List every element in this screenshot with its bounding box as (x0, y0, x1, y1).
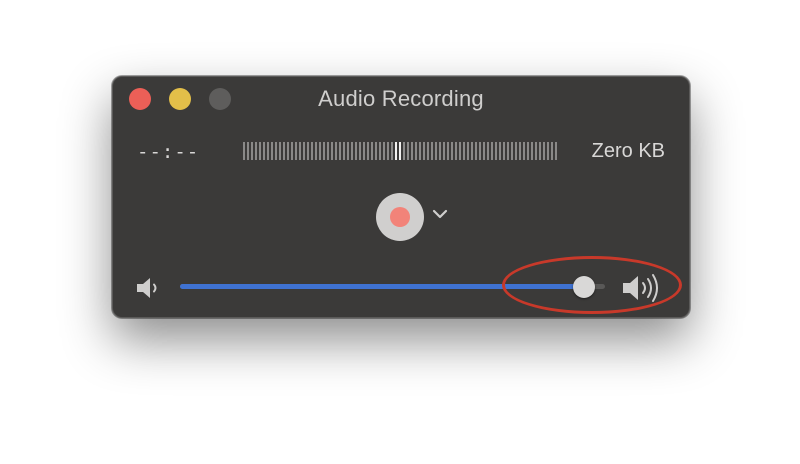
recording-time: --:-- (137, 141, 200, 163)
audio-level-meter-icon (243, 142, 557, 160)
record-button[interactable] (376, 193, 424, 241)
chevron-down-icon[interactable] (431, 207, 449, 221)
speaker-low-icon (137, 278, 157, 298)
window-title: Audio Recording (318, 86, 484, 111)
file-size: Zero KB (591, 140, 665, 162)
record-dot-icon (390, 207, 410, 227)
annotation-highlight-circle (502, 256, 682, 314)
